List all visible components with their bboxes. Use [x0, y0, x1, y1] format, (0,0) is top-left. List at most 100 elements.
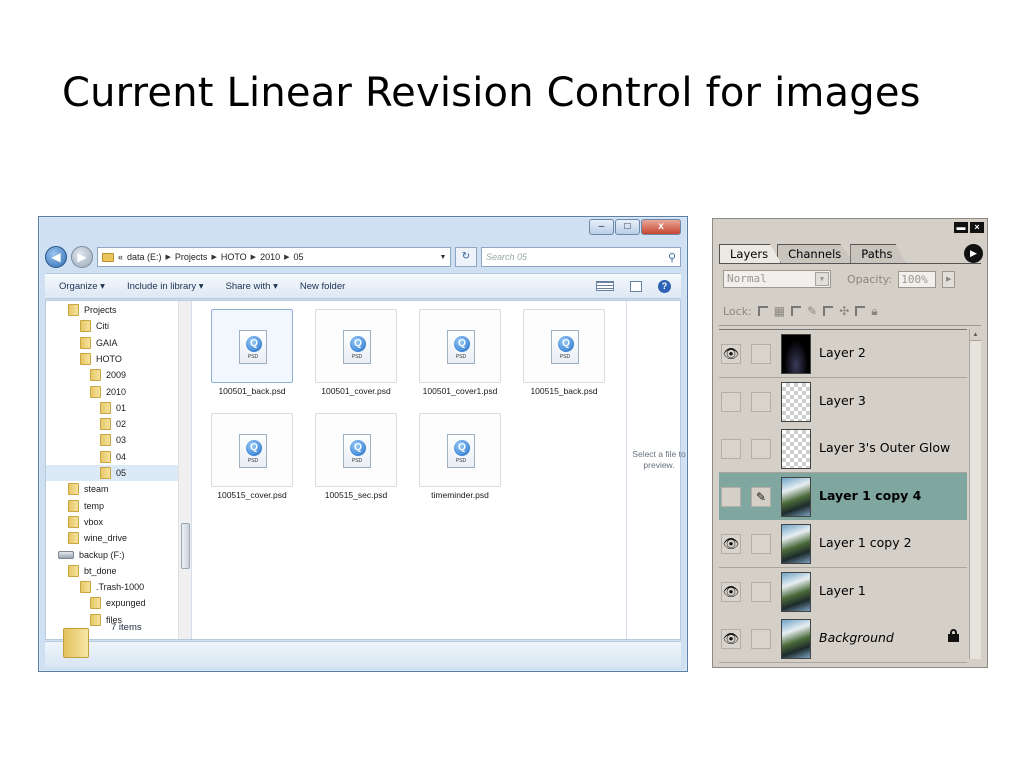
- palette-titlebar[interactable]: [713, 219, 987, 231]
- organize-menu[interactable]: Organize ▾: [59, 281, 105, 292]
- tree-item[interactable]: steam: [68, 481, 109, 497]
- refresh-button[interactable]: ↻: [455, 247, 477, 267]
- file-item[interactable]: Q PSD 100515_back.psd: [514, 309, 614, 397]
- file-thumbnail[interactable]: Q PSD: [419, 413, 501, 487]
- preview-pane-icon[interactable]: [630, 280, 642, 292]
- layer-row[interactable]: 👁︎ Background: [719, 615, 967, 663]
- change-view-icon[interactable]: [596, 281, 614, 291]
- tree-item[interactable]: 2009: [90, 367, 126, 383]
- layer-thumbnail[interactable]: [781, 381, 811, 422]
- tab-paths[interactable]: Paths: [850, 244, 906, 263]
- tree-item[interactable]: 01: [100, 400, 126, 416]
- new-folder-button[interactable]: New folder: [300, 281, 345, 292]
- breadcrumb-item[interactable]: HOTO: [221, 252, 247, 262]
- layer-name[interactable]: Background: [819, 630, 894, 645]
- tree-item[interactable]: 04: [100, 449, 126, 465]
- tab-layers[interactable]: Layers: [719, 244, 782, 263]
- tree-item[interactable]: temp: [68, 498, 104, 514]
- layer-row[interactable]: 👁︎ Layer 1 copy 2: [719, 520, 967, 568]
- eye-icon[interactable]: 👁︎: [721, 629, 741, 649]
- visibility-toggle[interactable]: [721, 486, 741, 507]
- tab-channels[interactable]: Channels: [777, 244, 855, 263]
- breadcrumb-prefix[interactable]: «: [118, 252, 123, 262]
- file-thumbnail[interactable]: Q PSD: [523, 309, 605, 383]
- lock-all-checkbox[interactable]: [855, 306, 866, 316]
- tree-item[interactable]: 05: [46, 465, 178, 481]
- scroll-up-icon[interactable]: ▲: [970, 329, 981, 341]
- layer-row[interactable]: Layer 3: [719, 377, 967, 426]
- layer-row[interactable]: 👁︎ Layer 1: [719, 567, 967, 616]
- scrollbar-thumb[interactable]: [181, 523, 190, 569]
- tree-item[interactable]: 03: [100, 432, 126, 448]
- tree-item[interactable]: Projects: [68, 302, 117, 318]
- help-icon[interactable]: ?: [658, 279, 671, 293]
- visibility-toggle[interactable]: [721, 439, 741, 459]
- link-toggle[interactable]: [751, 391, 771, 412]
- lock-transparency-checkbox[interactable]: [757, 306, 768, 316]
- eye-icon[interactable]: 👁︎: [721, 534, 741, 554]
- breadcrumb-item[interactable]: data (E:): [127, 252, 162, 262]
- forward-button[interactable]: ▶: [71, 246, 93, 268]
- tree-item[interactable]: backup (F:): [58, 547, 125, 563]
- address-bar[interactable]: « data (E:) ▶ Projects ▶ HOTO ▶ 2010 ▶ 0…: [97, 247, 451, 267]
- breadcrumb-item[interactable]: Projects: [175, 252, 208, 262]
- link-toggle[interactable]: [751, 629, 771, 649]
- link-toggle[interactable]: [751, 534, 771, 554]
- include-in-library-menu[interactable]: Include in library ▾: [127, 281, 204, 292]
- link-toggle[interactable]: [751, 344, 771, 364]
- opacity-slider-icon[interactable]: ▶: [942, 270, 956, 288]
- eye-icon[interactable]: 👁︎: [721, 344, 741, 364]
- visibility-toggle[interactable]: [721, 391, 741, 412]
- tree-item[interactable]: expunged: [90, 595, 146, 611]
- layer-thumbnail[interactable]: [781, 476, 811, 517]
- layer-name[interactable]: Layer 3: [819, 393, 866, 408]
- file-thumbnail[interactable]: Q PSD: [315, 309, 397, 383]
- tree-item[interactable]: 02: [100, 416, 126, 432]
- file-item[interactable]: Q PSD 100515_cover.psd: [202, 413, 302, 501]
- breadcrumb-item[interactable]: 2010: [260, 252, 280, 262]
- palette-menu-icon[interactable]: ▶: [964, 244, 983, 263]
- link-toggle[interactable]: [751, 439, 771, 459]
- layer-thumbnail[interactable]: [781, 429, 811, 469]
- chevron-right-icon[interactable]: ▶: [166, 253, 171, 261]
- tree-item[interactable]: GAIA: [80, 335, 118, 351]
- layer-name[interactable]: Layer 1 copy 4: [819, 488, 921, 503]
- tree-scrollbar[interactable]: [178, 301, 191, 639]
- layer-name[interactable]: Layer 3's Outer Glow: [819, 440, 950, 455]
- back-button[interactable]: ◀: [45, 246, 67, 268]
- tree-item[interactable]: bt_done: [68, 563, 117, 579]
- file-thumbnail[interactable]: Q PSD: [211, 413, 293, 487]
- share-with-menu[interactable]: Share with ▾: [226, 281, 278, 292]
- file-item[interactable]: Q PSD 100501_back.psd: [202, 309, 302, 397]
- layers-scrollbar[interactable]: ▲: [969, 329, 981, 659]
- layer-name[interactable]: Layer 1 copy 2: [819, 535, 912, 550]
- tree-item[interactable]: Citi: [80, 318, 109, 334]
- close-button[interactable]: x: [641, 219, 681, 235]
- layer-thumbnail[interactable]: [781, 619, 811, 659]
- file-thumbnail[interactable]: Q PSD: [315, 413, 397, 487]
- layer-thumbnail[interactable]: [781, 524, 811, 564]
- file-item[interactable]: Q PSD timeminder.psd: [410, 413, 510, 501]
- file-thumbnail[interactable]: Q PSD: [211, 309, 293, 383]
- tree-item[interactable]: HOTO: [80, 351, 122, 367]
- search-icon[interactable]: ⚲: [668, 251, 676, 264]
- chevron-right-icon[interactable]: ▶: [284, 253, 289, 261]
- tree-item[interactable]: .Trash-1000: [80, 579, 144, 595]
- layer-thumbnail[interactable]: [781, 571, 811, 612]
- layer-row[interactable]: 👁︎ Layer 2: [719, 330, 967, 378]
- chevron-down-icon[interactable]: ▼: [436, 254, 450, 261]
- search-input[interactable]: Search 05 ⚲: [481, 247, 681, 267]
- close-icon[interactable]: ×: [970, 222, 984, 233]
- brush-icon[interactable]: ✎: [751, 486, 771, 507]
- maximize-button[interactable]: □: [615, 219, 640, 235]
- layer-row[interactable]: ✎ Layer 1 copy 4: [719, 472, 967, 521]
- blend-mode-select[interactable]: Normal ▼: [723, 270, 831, 288]
- breadcrumb-item[interactable]: 05: [293, 252, 303, 262]
- link-toggle[interactable]: [751, 581, 771, 602]
- tree-item[interactable]: wine_drive: [68, 530, 127, 546]
- file-item[interactable]: Q PSD 100515_sec.psd: [306, 413, 406, 501]
- opacity-input[interactable]: 100%: [898, 270, 937, 288]
- layer-thumbnail[interactable]: [781, 334, 811, 374]
- layer-name[interactable]: Layer 1: [819, 583, 866, 598]
- minimize-button[interactable]: –: [589, 219, 614, 235]
